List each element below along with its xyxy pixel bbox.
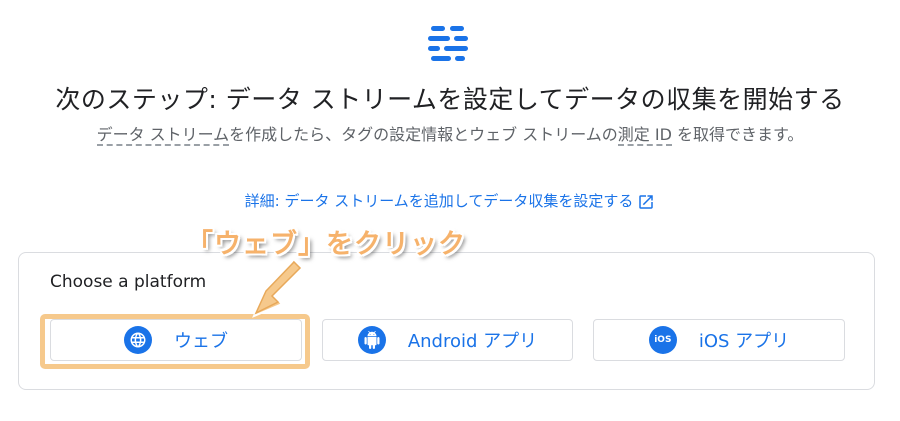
page-title: 次のステップ: データ ストリームを設定してデータの収集を開始する — [55, 85, 845, 114]
android-label-suffix: アプリ — [477, 331, 538, 352]
ios-platform-button[interactable]: iOS iOS アプリ — [593, 319, 845, 361]
measurement-id-term[interactable]: 測定 ID — [617, 125, 672, 146]
android-platform-button[interactable]: Android アプリ — [322, 319, 573, 361]
subtitle-text-end: を取得できます。 — [671, 125, 804, 144]
data-stream-term[interactable]: データ ストリーム — [96, 125, 230, 146]
arrow-down-left-icon — [252, 259, 304, 318]
click-web-callout: 「ウェブ」をクリック — [186, 229, 466, 260]
ios-icon: iOS — [648, 326, 677, 354]
open-in-new-icon — [639, 194, 654, 209]
page-subtitle: データ ストリームを作成したら、タグの設定情報とウェブ ストリームの測定 ID … — [36, 124, 864, 146]
android-label-main: Android — [407, 331, 478, 352]
platform-card: Choose a platform ウェブ Android アプリ iOS iO… — [18, 252, 875, 390]
web-button-highlight — [40, 314, 310, 369]
detail-link-label: 詳細: データ ストリームを追加してデータ収集を設定する — [244, 192, 634, 210]
ios-platform-label: iOS アプリ — [699, 327, 789, 353]
data-streams-icon — [428, 24, 468, 64]
platform-card-title: Choose a platform — [50, 272, 207, 292]
android-platform-label: Android アプリ — [408, 327, 537, 353]
detail-link[interactable]: 詳細: データ ストリームを追加してデータ収集を設定する — [0, 190, 900, 211]
subtitle-text: を作成したら、タグの設定情報とウェブ ストリームの — [229, 125, 618, 144]
ios-label-main: iOS — [698, 331, 730, 352]
ios-label-suffix: アプリ — [729, 331, 790, 352]
android-icon — [357, 326, 386, 354]
